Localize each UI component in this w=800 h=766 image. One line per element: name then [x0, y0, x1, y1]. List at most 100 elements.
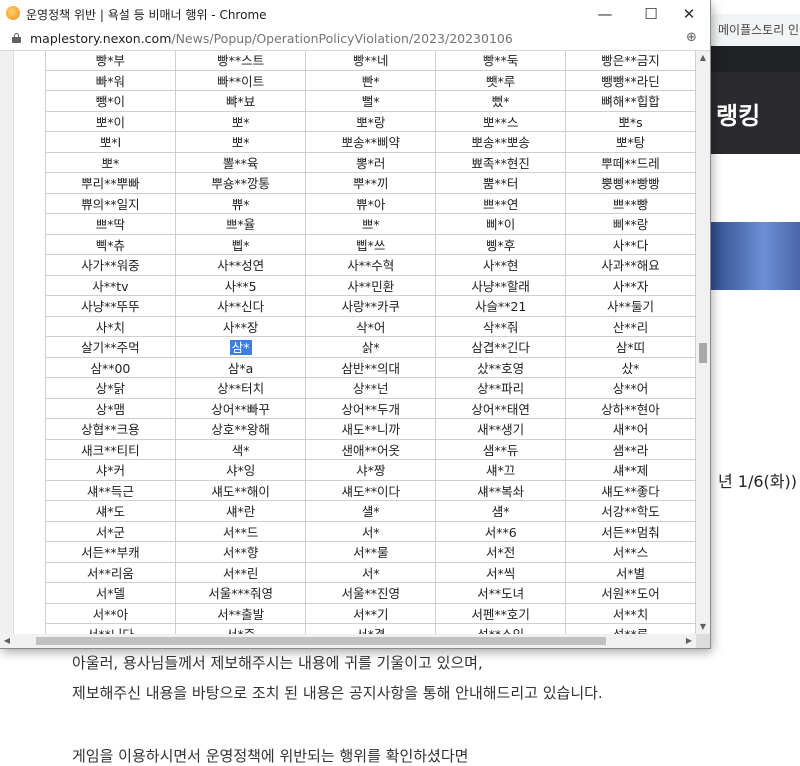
table-row: 삼**00 삼*a 삼반**의대 샀**호영 샀* — [45, 356, 696, 378]
table-cell: 사**둘기 — [565, 295, 696, 317]
selected-text[interactable]: 삼* — [229, 340, 252, 356]
table-cell: 서*별 — [565, 561, 696, 583]
table-cell: 섀*도 — [45, 500, 176, 522]
scroll-up-arrow-icon[interactable]: ▲ — [696, 51, 710, 65]
title-bar[interactable]: 운영정책 위반 | 욕설 등 비매너 행위 - Chrome — ☐ ✕ — [0, 0, 710, 28]
table-cell: 쁘**연 — [435, 192, 567, 214]
horizontal-scrollbar[interactable]: ◀ ▶ — [0, 634, 696, 648]
table-cell: 서원**도어 — [565, 582, 696, 604]
table-cell: 삐**랑 — [565, 213, 696, 235]
table-cell: 삭*어 — [305, 315, 437, 337]
background-text-line-1: 아울러, 용사님들께서 제보해주시는 내용에 귀를 기울이고 있으며, — [72, 654, 483, 672]
table-cell: 새**생기 — [435, 418, 567, 440]
table-cell: 뿌**끼 — [305, 172, 437, 194]
table-cell: 뽀* — [174, 131, 307, 153]
table-cell: 샀* — [565, 356, 696, 378]
scroll-down-arrow-icon[interactable]: ▼ — [696, 620, 710, 634]
table-cell: 뺏*루 — [435, 69, 567, 91]
url-text[interactable]: maplestory.nexon.com/News/Popup/Operatio… — [30, 31, 513, 46]
table-row: 새크**티티 색* 샌애**어옷 샘**듀 샘**라 — [45, 438, 696, 460]
table-cell: 삵* — [305, 336, 437, 358]
table-cell: 삡*쓰 — [305, 233, 437, 255]
table-cell: 사**5 — [174, 274, 307, 296]
table-row: 뺑*이 뺘*뵤 뻘* 뻤* 뼈해**힙합 — [45, 90, 696, 112]
table-cell: 색* — [174, 438, 307, 460]
table-cell: 서울***줘영 — [174, 582, 307, 604]
zoom-icon[interactable]: ⊕ — [686, 30, 697, 45]
table-cell: 삥*후 — [435, 233, 567, 255]
table-cell: 서*씩 — [435, 561, 567, 583]
table-cell: 사가**워중 — [45, 254, 176, 276]
background-topbar — [710, 46, 800, 72]
table-cell: 뺑뺑**라딘 — [565, 69, 696, 91]
table-cell: 새크**티티 — [45, 438, 176, 460]
table-cell: 섀**복솨 — [435, 479, 567, 501]
table-cell: 사냥**할래 — [435, 274, 567, 296]
table-cell: 사과**해요 — [565, 254, 696, 276]
table-cell: 섀**득근 — [45, 479, 176, 501]
table-cell: 뽀* — [45, 151, 176, 173]
table-cell: 서**드 — [174, 520, 307, 542]
table-cell: 빵**스트 — [174, 51, 307, 71]
table-cell: 상어**두개 — [305, 397, 437, 419]
table-cell: 빤* — [305, 69, 437, 91]
close-button[interactable]: ✕ — [666, 0, 712, 28]
table-cell: 서**물 — [305, 541, 437, 563]
scroll-right-arrow-icon[interactable]: ▶ — [682, 634, 696, 648]
table-cell: 사**민환 — [305, 274, 437, 296]
background-heading: 랭킹 — [716, 102, 761, 130]
table-cell: 삡* — [174, 233, 307, 255]
table-cell: 뽀*s — [565, 110, 696, 132]
table-row: 사가**워중 사**성연 사**수혁 사**현 사과**해요 — [45, 254, 696, 276]
table-row: 서*델 서울***줘영 서울**진영 서**도녀 서원**도어 — [45, 582, 696, 604]
table-cell: 삼*띠 — [565, 336, 696, 358]
table-row: 서**아 서**출발 서**기 서펜**호기 서**치 — [45, 602, 696, 624]
table-cell: 서**치 — [565, 602, 696, 624]
minimize-button[interactable]: — — [582, 0, 628, 28]
table-cell: 서**도녀 — [435, 582, 567, 604]
table-cell: 사**자 — [565, 274, 696, 296]
table-cell: 서든**멈춰 — [565, 520, 696, 542]
background-browser-tab[interactable]: 메이플스토리 인 — [710, 14, 800, 46]
table-cell: 뽈**육 — [174, 151, 307, 173]
table-cell: 빵은**금지 — [565, 51, 696, 71]
page-content: 빵*부 빵**스트 빵**네 빵**둑 빵은**금지 빠*워 빠**이트 빤* 뺏*루 뺑뺑**라… — [0, 51, 696, 634]
table-cell: 상어**빠꾸 — [174, 397, 307, 419]
table-cell: 서*겸 — [305, 623, 437, 634]
table-cell: 상어**태연 — [435, 397, 567, 419]
table-cell: 빵**네 — [305, 51, 437, 71]
table-cell: 쁘**빵 — [565, 192, 696, 214]
table-cell: 서**기 — [305, 602, 437, 624]
table-cell: 상**터치 — [174, 377, 307, 399]
table-cell: 삼반**의대 — [305, 356, 437, 378]
table-cell: 서**니다 — [45, 623, 176, 634]
table-cell: 샘**듀 — [435, 438, 567, 460]
table-cell: 샀**호영 — [435, 356, 567, 378]
table-cell: 뽀*랑 — [305, 110, 437, 132]
table-cell: 뿌리**뿌빠 — [45, 172, 176, 194]
table-cell: 뺘*뵤 — [174, 90, 307, 112]
table-cell: 상**파리 — [435, 377, 567, 399]
lock-icon[interactable] — [12, 33, 21, 43]
table-row: 뽀* 뽈**육 뽕*러 뾰족**현진 뿌떼**드레 — [45, 151, 696, 173]
scroll-left-arrow-icon[interactable]: ◀ — [0, 634, 14, 648]
table-cell: 뻘* — [305, 90, 437, 112]
vertical-scroll-thumb[interactable] — [699, 343, 707, 363]
table-cell: 사냥**뚜뚜 — [45, 295, 176, 317]
table-cell: 산**리 — [565, 315, 696, 337]
table-cell: 섀도**이다 — [305, 479, 437, 501]
table-cell: 뿌떼**드레 — [565, 151, 696, 173]
table-cell: 삐*이 — [435, 213, 567, 235]
table-cell: 뽀송**삐약 — [305, 131, 437, 153]
table-cell: 삼*a — [174, 356, 307, 378]
violation-table: 빵*부 빵**스트 빵**네 빵**둑 빵은**금지 빠*워 빠**이트 빤* 뺏*루 뺑뺑**라… — [45, 51, 696, 634]
table-cell: 섐* — [435, 500, 567, 522]
table-cell: 뾰족**현진 — [435, 151, 567, 173]
address-bar[interactable]: maplestory.nexon.com/News/Popup/Operatio… — [0, 28, 710, 51]
table-cell: 뼈해**힙합 — [565, 90, 696, 112]
table-cell: 섈* — [305, 500, 437, 522]
table-cell: 상**어 — [565, 377, 696, 399]
table-cell: 쁘*딱 — [45, 213, 176, 235]
horizontal-scroll-thumb[interactable] — [36, 637, 606, 645]
vertical-scrollbar[interactable]: ▲ ▼ — [696, 51, 710, 634]
